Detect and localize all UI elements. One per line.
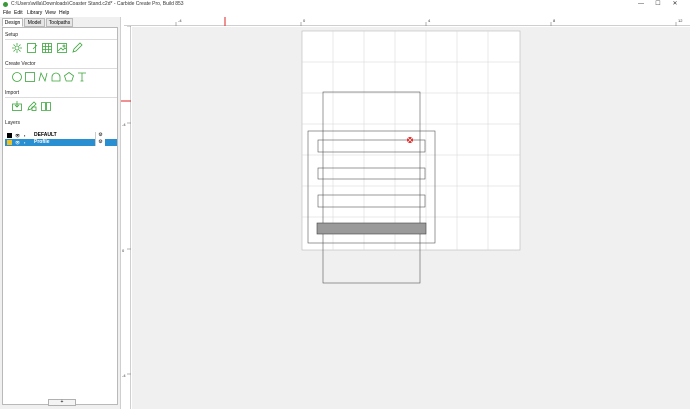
design-panel: Design Model Toolpaths Setup Create Vect… [0, 17, 121, 409]
ruler-left-label: -4 [122, 122, 126, 127]
job-setup-icon[interactable] [11, 42, 23, 54]
design-canvas[interactable] [132, 27, 690, 409]
ruler-left-label: -4 [122, 373, 126, 378]
window-title: C:\Users\willa\Downloads\Coaster Stand.c… [11, 1, 184, 7]
layer-color-swatch[interactable] [7, 140, 12, 145]
app-icon [3, 2, 8, 7]
ruler-top-label: -4 [178, 18, 182, 23]
import-toolbox [5, 97, 117, 114]
tab-toolpaths[interactable]: Toolpaths [46, 18, 73, 27]
selected-slot-vector[interactable] [316, 222, 427, 235]
section-layers-label: Layers [5, 120, 21, 126]
gear-icon[interactable]: ⚙ [95, 139, 105, 146]
vertical-ruler: -4 0 -4 [121, 26, 131, 409]
maximize-button[interactable]: ☐ [651, 0, 665, 9]
panel-body: Setup Create Vector Import Layers 👁 ▪ DE… [2, 27, 118, 406]
lock-icon[interactable]: ▪ [24, 140, 25, 145]
curve-icon[interactable] [37, 71, 49, 83]
ruler-top-label: 8 [553, 18, 556, 23]
layer-color-swatch[interactable] [7, 133, 12, 138]
lock-icon[interactable]: ▪ [24, 133, 25, 138]
status-bar [0, 409, 690, 414]
menu-view[interactable]: View [45, 9, 56, 17]
section-import-label: Import [5, 90, 20, 96]
circle-icon[interactable] [11, 71, 23, 83]
title-bar: C:\Users\willa\Downloads\Coaster Stand.c… [0, 0, 690, 9]
eye-icon[interactable]: 👁 [15, 140, 20, 145]
text-icon[interactable] [76, 71, 88, 83]
ruler-left-label: 0 [122, 248, 125, 253]
rectangle-icon[interactable] [24, 71, 36, 83]
layer-row-default[interactable]: 👁 ▪ DEFAULT ⚙ [5, 132, 117, 139]
grid-icon[interactable] [41, 42, 53, 54]
ruler-top-label: 4 [428, 18, 431, 23]
page-edit-icon[interactable] [26, 42, 38, 54]
menu-library[interactable]: Library [27, 9, 42, 17]
polygon-icon[interactable] [63, 71, 75, 83]
layer-name: DEFAULT [34, 132, 57, 138]
tab-design[interactable]: Design [2, 18, 23, 27]
horizontal-ruler: -4 0 4 8 12 [124, 17, 690, 26]
eye-icon[interactable]: 👁 [15, 133, 20, 138]
pencil-icon[interactable] [26, 100, 38, 112]
origin-marker-icon [407, 137, 413, 143]
import-icon[interactable] [11, 100, 23, 112]
add-layer-button[interactable]: + [48, 399, 76, 406]
polyline-icon[interactable] [50, 71, 62, 83]
layer-row-profile[interactable]: 👁 ▪ Profile ⚙ [5, 139, 117, 146]
menu-file[interactable]: File [3, 9, 11, 17]
pen-icon[interactable] [71, 42, 83, 54]
layers-list: 👁 ▪ DEFAULT ⚙ 👁 ▪ Profile ⚙ [5, 132, 117, 146]
tab-model[interactable]: Model [24, 18, 45, 27]
book-icon[interactable] [40, 100, 52, 112]
section-setup-label: Setup [5, 32, 19, 38]
menu-help[interactable]: Help [59, 9, 69, 17]
close-button[interactable]: ✕ [668, 0, 682, 9]
layer-name: Profile [34, 139, 50, 145]
ruler-top-label: 12 [678, 18, 683, 23]
minimize-button[interactable]: — [634, 0, 648, 9]
image-icon[interactable] [56, 42, 68, 54]
setup-toolbox [5, 39, 117, 56]
menu-bar: File Edit Library View Help [0, 9, 690, 17]
ruler-top-label: 0 [303, 18, 306, 23]
section-create-vector-label: Create Vector [5, 61, 36, 67]
menu-edit[interactable]: Edit [14, 9, 23, 17]
gear-icon[interactable]: ⚙ [95, 132, 105, 139]
create-vector-toolbox [5, 68, 117, 85]
